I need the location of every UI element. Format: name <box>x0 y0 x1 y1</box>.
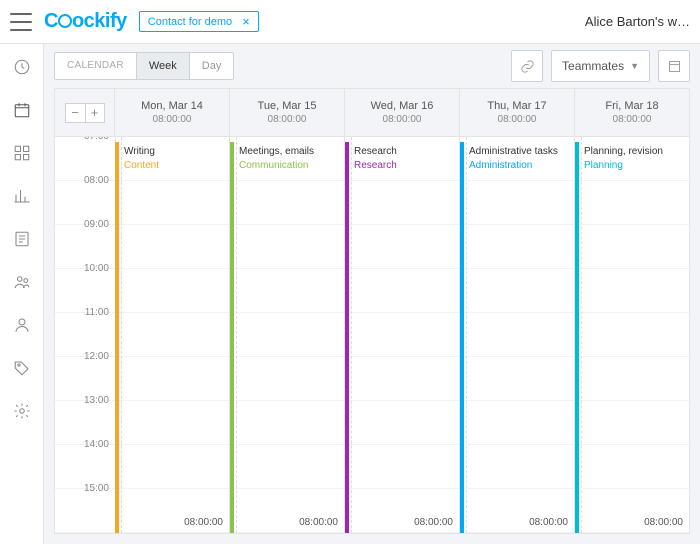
more-button[interactable] <box>658 50 690 82</box>
main: CALENDAR Week Day Teammates ▼ − + Mon, M… <box>44 44 700 544</box>
zoom-controls: − + <box>55 89 115 136</box>
clients-icon[interactable] <box>13 316 31 337</box>
day-col-wed[interactable]: Research Research 08:00:00 <box>345 137 460 533</box>
calendar-body[interactable]: 07:00 08:00 09:00 10:00 11:00 12:00 13:00 14:00… <box>55 137 689 533</box>
hour-label: 12:00 <box>55 351 115 362</box>
hour-label: 13:00 <box>55 395 115 406</box>
day-header-wed[interactable]: Wed, Mar 1608:00:00 <box>345 89 460 136</box>
dashboard-icon[interactable] <box>13 144 31 165</box>
workspace-name[interactable]: Alice Barton's w… <box>585 14 690 29</box>
teammates-button[interactable]: Teammates ▼ <box>551 50 650 82</box>
menu-icon[interactable] <box>10 13 32 31</box>
calendar-label: CALENDAR <box>55 53 137 79</box>
day-header-fri[interactable]: Fri, Mar 1808:00:00 <box>575 89 689 136</box>
day-col-thu[interactable]: Administrative tasks Administration 08:0… <box>460 137 575 533</box>
demo-label: Contact for demo <box>148 16 232 28</box>
day-tab[interactable]: Day <box>190 53 234 79</box>
tags-icon[interactable] <box>13 359 31 380</box>
day-header-thu[interactable]: Thu, Mar 1708:00:00 <box>460 89 575 136</box>
day-col-mon[interactable]: Writing Content 08:00:00 <box>115 137 230 533</box>
day-header-mon[interactable]: Mon, Mar 1408:00:00 <box>115 89 230 136</box>
hour-label: 11:00 <box>55 307 115 318</box>
calendar: − + Mon, Mar 1408:00:00 Tue, Mar 1508:00… <box>54 88 690 534</box>
toolbar: CALENDAR Week Day Teammates ▼ <box>44 44 700 88</box>
chevron-down-icon: ▼ <box>630 61 639 71</box>
event-block[interactable]: Writing Content 08:00:00 <box>115 142 229 533</box>
view-switch: CALENDAR Week Day <box>54 52 234 80</box>
event-block[interactable]: Planning, revision Planning 08:00:00 <box>575 142 689 533</box>
calendar-header: − + Mon, Mar 1408:00:00 Tue, Mar 1508:00… <box>55 89 689 137</box>
hour-label: 08:00 <box>55 175 115 186</box>
day-col-fri[interactable]: Planning, revision Planning 08:00:00 <box>575 137 689 533</box>
hour-label: 14:00 <box>55 439 115 450</box>
topbar: Cockify Contact for demo × Alice Barton'… <box>0 0 700 44</box>
calendar-icon[interactable] <box>13 101 31 122</box>
hour-label: 07:00 <box>55 137 115 142</box>
clock-icon[interactable] <box>13 58 31 79</box>
day-col-tue[interactable]: Meetings, emails Communication 08:00:00 <box>230 137 345 533</box>
event-block[interactable]: Administrative tasks Administration 08:0… <box>460 142 574 533</box>
team-icon[interactable] <box>13 273 31 294</box>
event-block[interactable]: Research Research 08:00:00 <box>345 142 459 533</box>
teammates-label: Teammates <box>562 59 624 73</box>
day-header-tue[interactable]: Tue, Mar 1508:00:00 <box>230 89 345 136</box>
zoom-out-button[interactable]: − <box>65 103 85 123</box>
settings-icon[interactable] <box>13 402 31 423</box>
link-icon[interactable] <box>511 50 543 82</box>
hour-label: 10:00 <box>55 263 115 274</box>
hour-label: 15:00 <box>55 483 115 494</box>
sidebar <box>0 44 44 544</box>
event-block[interactable]: Meetings, emails Communication 08:00:00 <box>230 142 344 533</box>
close-icon[interactable]: × <box>242 15 250 28</box>
zoom-in-button[interactable]: + <box>85 103 105 123</box>
reports-icon[interactable] <box>13 187 31 208</box>
week-tab[interactable]: Week <box>137 53 190 79</box>
projects-icon[interactable] <box>13 230 31 251</box>
hour-label: 09:00 <box>55 219 115 230</box>
logo[interactable]: Cockify <box>44 10 127 33</box>
contact-demo-pill[interactable]: Contact for demo × <box>139 11 259 32</box>
